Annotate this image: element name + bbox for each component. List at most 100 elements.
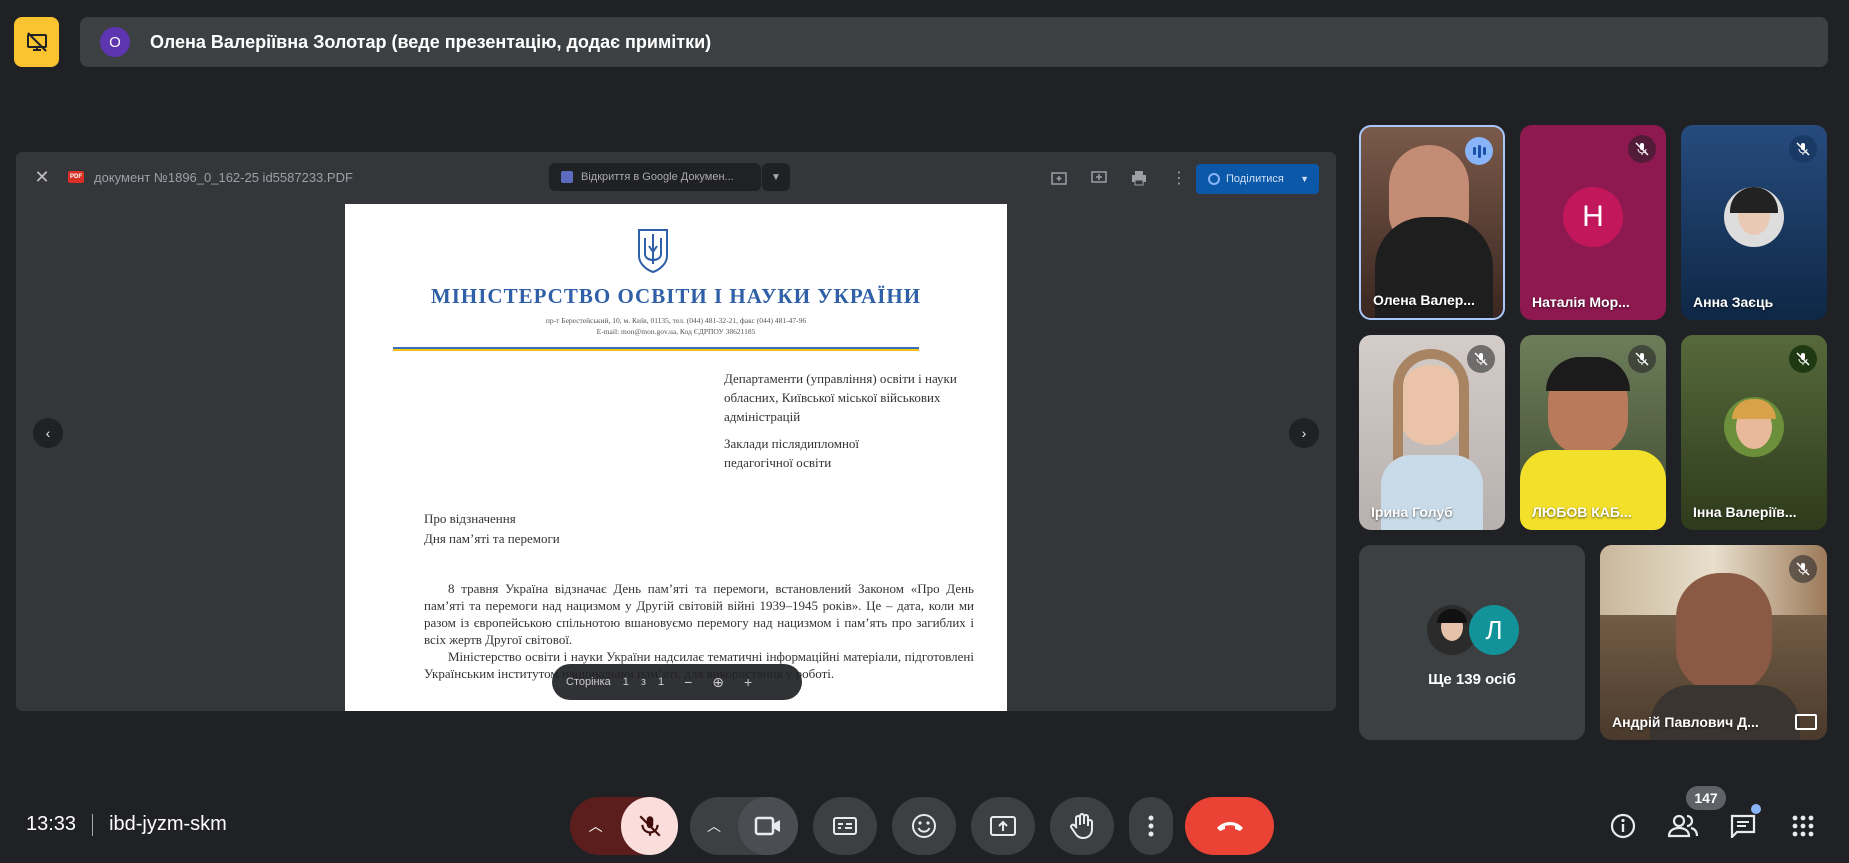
camera-toggle-button[interactable]	[738, 797, 798, 855]
present-off-icon	[26, 32, 47, 52]
participant-tile[interactable]: Н Наталія Мор...	[1520, 125, 1666, 320]
speaking-indicator-icon	[1465, 137, 1493, 165]
comment-icon	[1087, 166, 1111, 190]
call-end-icon	[1216, 822, 1243, 831]
video-controls: ︿	[690, 797, 798, 855]
page-current: 1	[622, 676, 629, 688]
zoom-icon: ⊕	[712, 673, 725, 690]
participant-tile[interactable]: Інна Валеріїв...	[1681, 335, 1827, 530]
participant-tile[interactable]: Олена Валер...	[1359, 125, 1505, 320]
page-label: Сторінка	[566, 676, 611, 688]
captions-button[interactable]	[813, 797, 877, 855]
videocam-icon	[754, 816, 780, 836]
present-button[interactable]	[971, 797, 1035, 855]
pdf-file-icon: PDF	[68, 171, 84, 183]
zoom-out-icon: −	[684, 674, 693, 690]
contact-line: E-mail: mon@mon.gov.ua, Код ЄДРПОУ 38621…	[596, 327, 756, 336]
avatar: Л	[1469, 605, 1519, 655]
participant-name: Андрій Павлович Д...	[1612, 714, 1759, 730]
share-label: Поділитися	[1226, 173, 1284, 185]
print-icon	[1127, 166, 1151, 190]
address-line: пр-т Берестейський, 10, м. Київ, 01135, …	[545, 316, 807, 325]
divider	[92, 813, 94, 836]
more-options-button[interactable]	[1129, 797, 1173, 855]
closed-captions-icon	[833, 817, 857, 835]
more-participants-label: Ще 139 осіб	[1428, 671, 1516, 688]
page-controls: Сторінка 1 з 1 − ⊕ +	[552, 664, 802, 700]
participant-tile[interactable]: Анна Заєць	[1681, 125, 1827, 320]
avatar	[1724, 186, 1784, 247]
activities-button[interactable]	[1787, 810, 1819, 842]
participant-tile[interactable]: Андрій Павлович Д...	[1600, 545, 1827, 740]
presentation-toggle-button[interactable]	[14, 17, 59, 67]
addressee-departments: Департаменти (управління) освіти і науки…	[724, 371, 957, 424]
chat-icon	[1730, 814, 1756, 838]
hand-icon	[1070, 813, 1093, 840]
picture-in-picture-icon	[1795, 714, 1817, 730]
participant-video-hair	[1546, 357, 1630, 391]
participant-count-badge: 147	[1686, 786, 1726, 810]
people-icon	[1668, 814, 1698, 838]
meeting-code: ibd-jyzm-skm	[109, 813, 227, 835]
flag-divider	[393, 347, 919, 351]
more-vert-icon	[1148, 815, 1154, 837]
clock: 13:33	[26, 813, 77, 835]
participant-name: Ірина Голуб	[1371, 504, 1453, 520]
share-button: Поділитися ▼	[1196, 164, 1319, 194]
meeting-info: 13:33 ibd-jyzm-skm	[26, 813, 227, 836]
meeting-details-button[interactable]	[1607, 810, 1639, 842]
pdf-filename: документ №1896_0_162-25 id5587233.PDF	[94, 169, 353, 185]
audio-options-button[interactable]: ︿	[570, 797, 621, 855]
globe-icon	[1208, 173, 1220, 185]
open-with-docs-button: Відкриття в Google Докумен...	[549, 163, 761, 191]
leave-call-button[interactable]	[1185, 797, 1274, 855]
mic-off-icon	[1628, 135, 1656, 163]
mic-toggle-button[interactable]	[621, 797, 678, 855]
mic-off-icon	[1467, 345, 1495, 373]
participant-name: ЛЮБОВ КАБ...	[1532, 504, 1632, 520]
more-vert-icon: ⋮	[1171, 170, 1187, 187]
people-button[interactable]	[1667, 810, 1699, 842]
avatar	[1724, 396, 1784, 457]
participant-name: Наталія Мор...	[1532, 294, 1630, 310]
addressee-institutions: Заклади післядипломної педагогічної осві…	[724, 436, 860, 470]
reactions-button[interactable]	[892, 797, 956, 855]
chevron-right-icon: ›	[1289, 418, 1319, 448]
presenter-label: Олена Валеріївна Золотар (веде презентац…	[150, 31, 712, 52]
open-with-label: Відкриття в Google Докумен...	[581, 171, 734, 183]
avatar: Н	[1563, 186, 1623, 247]
body-paragraph: 8 травня Україна відзначає День пам’яті …	[424, 581, 974, 647]
ministry-heading: МІНІСТЕРСТВО ОСВІТИ І НАУКИ УКРАЇНИ	[430, 284, 922, 308]
mic-off-icon	[1789, 555, 1817, 583]
participant-tile[interactable]: ЛЮБОВ КАБ...	[1520, 335, 1666, 530]
chat-button[interactable]	[1727, 810, 1759, 842]
video-options-button[interactable]: ︿	[690, 797, 738, 855]
page-of: з	[640, 676, 646, 688]
subject-line-1: Про відзначення	[424, 511, 516, 526]
close-icon: ✕	[34, 166, 50, 187]
chevron-up-icon: ︿	[707, 818, 721, 834]
raise-hand-button[interactable]	[1050, 797, 1114, 855]
page-total: 1	[657, 676, 665, 688]
more-participants-tile[interactable]: Л Ще 139 осіб	[1359, 545, 1585, 740]
zoom-in-icon: +	[744, 674, 753, 690]
trident-emblem-icon	[638, 229, 668, 274]
apps-grid-icon	[1792, 815, 1814, 837]
mic-off-icon	[639, 815, 661, 837]
pdf-page: МІНІСТЕРСТВО ОСВІТИ І НАУКИ УКРАЇНИ пр-т…	[345, 204, 1007, 711]
shared-screen: ✕ PDF документ №1896_0_162-25 id5587233.…	[16, 152, 1336, 711]
participant-video-body	[1650, 685, 1800, 740]
participant-name: Інна Валеріїв...	[1693, 504, 1797, 520]
info-icon	[1610, 813, 1636, 839]
chevron-left-icon: ‹	[33, 418, 63, 448]
add-to-drive-icon	[1047, 166, 1071, 190]
chevron-down-icon: ▼	[762, 163, 790, 191]
presenter-avatar: О	[100, 27, 130, 57]
participant-video	[1676, 573, 1772, 693]
chat-notification-dot	[1751, 804, 1761, 814]
participant-name: Олена Валер...	[1373, 292, 1475, 308]
participant-tile[interactable]: Ірина Голуб	[1359, 335, 1505, 530]
chevron-down-icon: ▼	[1300, 174, 1309, 184]
audio-controls: ︿	[570, 797, 678, 855]
participant-name: Анна Заєць	[1693, 294, 1774, 310]
